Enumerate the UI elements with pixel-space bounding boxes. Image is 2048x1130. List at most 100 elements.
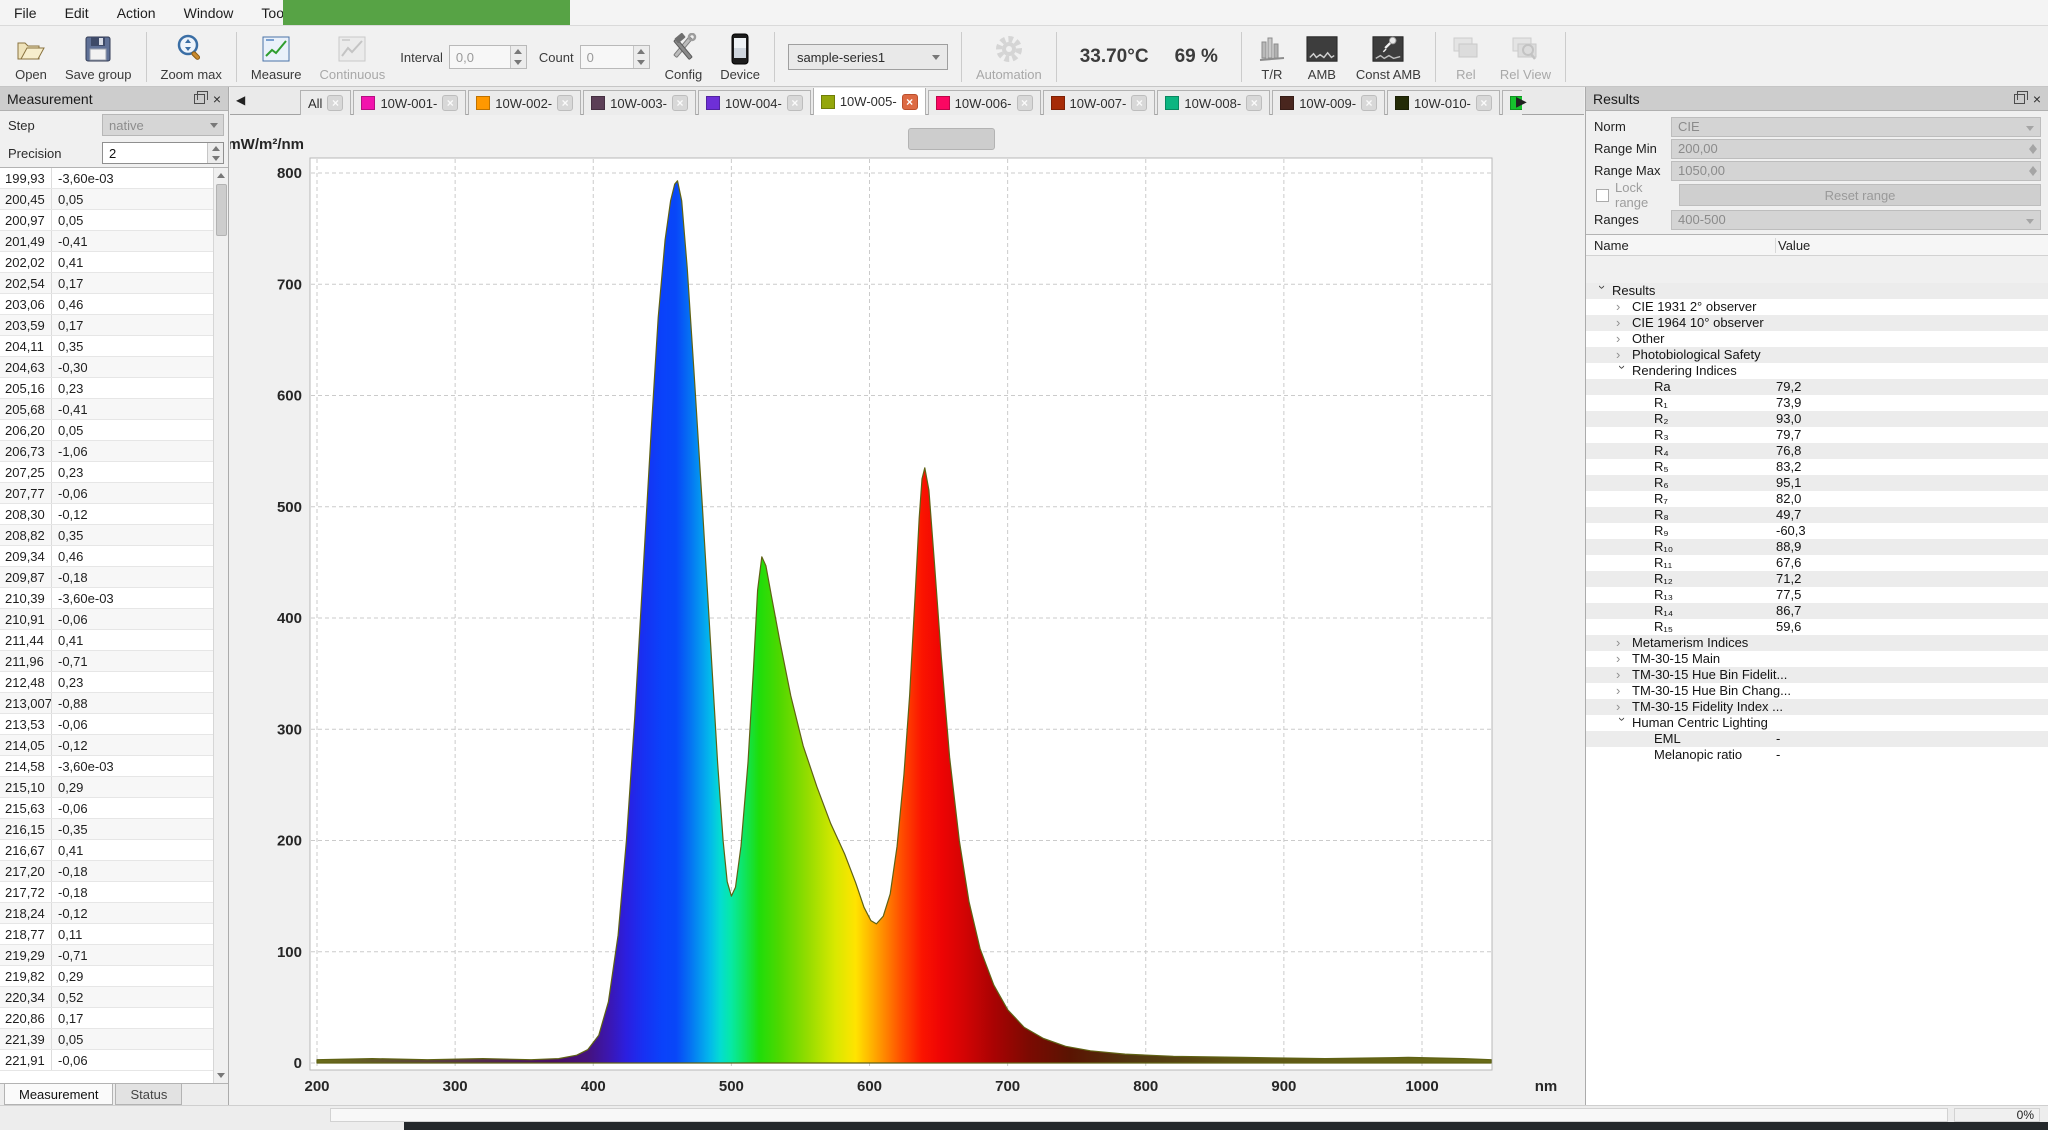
measurement-table-scrollbar[interactable] (213, 168, 228, 1083)
tab-close-button[interactable]: × (902, 94, 918, 110)
range-min-spin-buttons[interactable] (2029, 141, 2037, 157)
chevron-expanded-icon[interactable]: › (1614, 717, 1630, 729)
tree-row-r[interactable]: R₁₃77,5 (1586, 587, 2048, 603)
chevron-expanded-icon[interactable]: › (1594, 285, 1610, 297)
measurement-row[interactable]: 203,590,17 (0, 315, 213, 336)
tab-close-button[interactable]: × (672, 95, 688, 111)
measurement-row[interactable]: 219,29-0,71 (0, 945, 213, 966)
tab-measurement[interactable]: Measurement (4, 1084, 113, 1105)
measurement-row[interactable]: 215,63-0,06 (0, 798, 213, 819)
chevron-collapsed-icon[interactable]: › (1616, 667, 1628, 683)
chevron-collapsed-icon[interactable]: › (1616, 315, 1628, 331)
tab-close-button[interactable]: × (1017, 95, 1033, 111)
measurement-row[interactable]: 215,100,29 (0, 777, 213, 798)
tree-row-other[interactable]: ›Other (1586, 331, 2048, 347)
interval-spin-buttons[interactable] (510, 46, 526, 68)
zoom-max-button[interactable]: Zoom max (152, 28, 231, 86)
lock-range-checkbox[interactable] (1596, 189, 1609, 202)
measurement-row[interactable]: 211,96-0,71 (0, 651, 213, 672)
range-max-spinbox[interactable]: 1050,00 (1671, 161, 2041, 181)
chevron-expanded-icon[interactable]: › (1614, 365, 1630, 377)
tree-row-human-centric-lighting[interactable]: ›Human Centric Lighting (1586, 715, 2048, 731)
measurement-row[interactable]: 205,68-0,41 (0, 399, 213, 420)
measurement-row[interactable]: 204,63-0,30 (0, 357, 213, 378)
range-max-spin-buttons[interactable] (2029, 163, 2037, 179)
measurement-row[interactable]: 210,39-3,60e-03 (0, 588, 213, 609)
column-value[interactable]: Value (1776, 238, 1810, 253)
spectrum-chart[interactable]: 0100200300400500600700800200300400500600… (230, 115, 1584, 1105)
measurement-row[interactable]: 207,250,23 (0, 462, 213, 483)
measurement-row[interactable]: 204,110,35 (0, 336, 213, 357)
tab-close-button[interactable]: × (327, 95, 343, 111)
measurement-row[interactable]: 214,58-3,60e-03 (0, 756, 213, 777)
column-name[interactable]: Name (1586, 238, 1776, 253)
measurement-row[interactable]: 221,91-0,06 (0, 1050, 213, 1071)
tree-row-r[interactable]: R₄76,8 (1586, 443, 2048, 459)
measurement-row[interactable]: 212,480,23 (0, 672, 213, 693)
measurement-row[interactable]: 213,53-0,06 (0, 714, 213, 735)
tree-row-tm-30-15-fidelity-index[interactable]: ›TM-30-15 Fidelity Index ... (1586, 699, 2048, 715)
range-min-spinbox[interactable]: 200,00 (1671, 139, 2041, 159)
measurement-row[interactable]: 202,540,17 (0, 273, 213, 294)
float-panel-icon[interactable] (194, 94, 205, 104)
tab-10w-007[interactable]: 10W-007-× (1043, 90, 1156, 115)
chevron-collapsed-icon[interactable]: › (1616, 651, 1628, 667)
tab-close-button[interactable]: × (557, 95, 573, 111)
measurement-row[interactable]: 216,15-0,35 (0, 819, 213, 840)
count-spinbox[interactable] (580, 45, 650, 69)
tree-row-r[interactable]: R₁₄86,7 (1586, 603, 2048, 619)
measurement-row[interactable]: 202,020,41 (0, 252, 213, 273)
tree-row-r[interactable]: R₁₅59,6 (1586, 619, 2048, 635)
precision-input[interactable] (103, 143, 223, 163)
measurement-row[interactable]: 220,340,52 (0, 987, 213, 1008)
tree-row-r[interactable]: R₇82,0 (1586, 491, 2048, 507)
tree-row-tm-30-15-hue-bin-fidelit[interactable]: ›TM-30-15 Hue Bin Fidelit... (1586, 667, 2048, 683)
measurement-row[interactable]: 214,05-0,12 (0, 735, 213, 756)
measurement-row[interactable]: 221,390,05 (0, 1029, 213, 1050)
chevron-collapsed-icon[interactable]: › (1616, 635, 1628, 651)
tree-row-cie-1931-2-observer[interactable]: ›CIE 1931 2° observer (1586, 299, 2048, 315)
amb-button[interactable]: AMB (1297, 28, 1347, 86)
measurement-row[interactable]: 205,160,23 (0, 378, 213, 399)
chevron-collapsed-icon[interactable]: › (1616, 299, 1628, 315)
measurement-row[interactable]: 219,820,29 (0, 966, 213, 987)
reset-range-button[interactable]: Reset range (1679, 184, 2041, 206)
measurement-row[interactable]: 217,72-0,18 (0, 882, 213, 903)
measurement-row[interactable]: 199,93-3,60e-03 (0, 168, 213, 189)
tree-row-cie-1964-10-observer[interactable]: ›CIE 1964 10° observer (1586, 315, 2048, 331)
tab-close-button[interactable]: × (1131, 95, 1147, 111)
tree-row-r[interactable]: R₃79,7 (1586, 427, 2048, 443)
continuous-button[interactable]: Continuous (310, 28, 394, 86)
save-group-button[interactable]: Save group (56, 28, 141, 86)
tree-row-rendering-indices[interactable]: ›Rendering Indices (1586, 363, 2048, 379)
tree-row-r[interactable]: R₆95,1 (1586, 475, 2048, 491)
tab-scroll-left-icon[interactable]: ◀ (236, 93, 245, 107)
precision-spinbox[interactable] (102, 142, 224, 164)
interval-spinbox[interactable] (449, 45, 527, 69)
tree-row-photobiological-safety[interactable]: ›Photobiological Safety (1586, 347, 2048, 363)
tab-all[interactable]: All× (300, 90, 351, 115)
tab-status[interactable]: Status (115, 1084, 182, 1105)
measurement-row[interactable]: 209,340,46 (0, 546, 213, 567)
tab-close-button[interactable]: × (787, 95, 803, 111)
tab-close-button[interactable]: × (1361, 95, 1377, 111)
tab-10w-004[interactable]: 10W-004-× (698, 90, 811, 115)
precision-spin-buttons[interactable] (207, 143, 223, 163)
measurement-row[interactable]: 218,24-0,12 (0, 903, 213, 924)
measurement-row[interactable]: 209,87-0,18 (0, 567, 213, 588)
tab-10w-008[interactable]: 10W-008-× (1157, 90, 1270, 115)
close-panel-icon[interactable]: × (213, 92, 221, 106)
measurement-row[interactable]: 211,440,41 (0, 630, 213, 651)
count-spin-buttons[interactable] (633, 46, 649, 68)
tab-10w-005[interactable]: 10W-005-× (813, 88, 926, 115)
tree-row-r[interactable]: R₈49,7 (1586, 507, 2048, 523)
measurement-row[interactable]: 210,91-0,06 (0, 609, 213, 630)
measurement-row[interactable]: 206,200,05 (0, 420, 213, 441)
tree-row-eml[interactable]: EML- (1586, 731, 2048, 747)
tree-row-tm-30-15-hue-bin-chang[interactable]: ›TM-30-15 Hue Bin Chang... (1586, 683, 2048, 699)
measurement-row[interactable]: 203,060,46 (0, 294, 213, 315)
tab-close-button[interactable]: × (442, 95, 458, 111)
ranges-selector[interactable]: 400-500 (1671, 210, 2041, 230)
chevron-collapsed-icon[interactable]: › (1616, 331, 1628, 347)
tab-close-button[interactable]: × (1476, 95, 1492, 111)
